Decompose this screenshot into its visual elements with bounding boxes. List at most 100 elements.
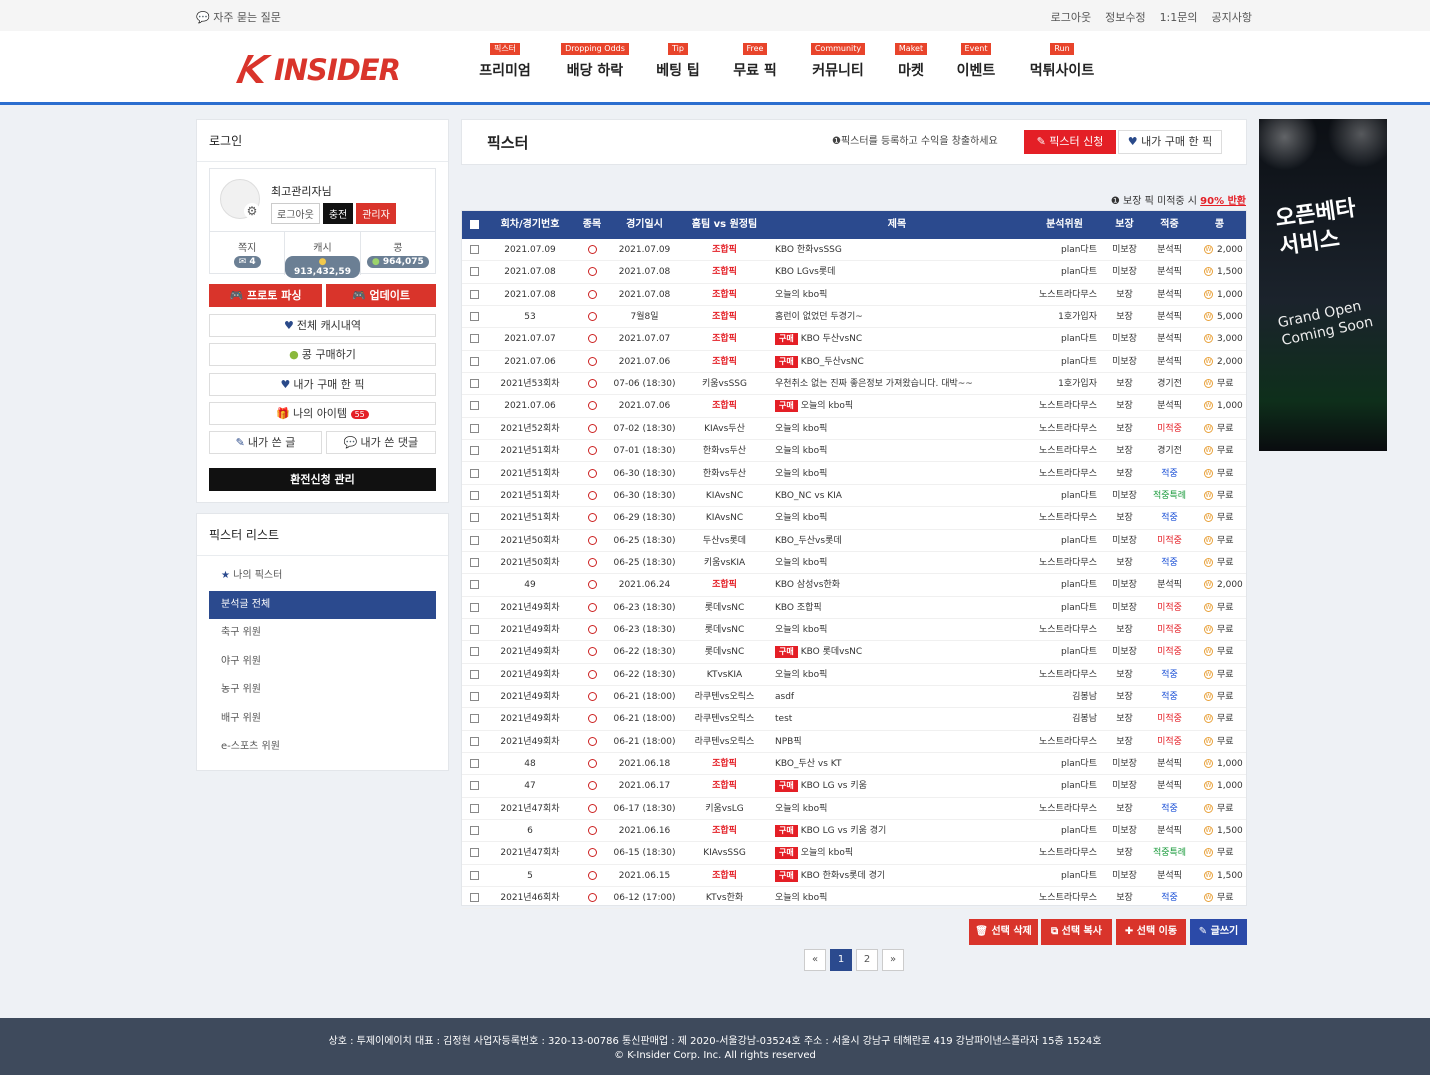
update-button[interactable]: 🎮 업데이트 xyxy=(326,284,436,307)
analyst-name[interactable]: plan다트 xyxy=(1032,820,1097,841)
faq-link[interactable]: 💬 자주 묻는 질문 xyxy=(196,9,281,25)
row-checkbox[interactable] xyxy=(462,842,486,863)
post-title[interactable]: KBO 조합픽 xyxy=(775,597,1025,618)
write-button[interactable]: ✎ 글쓰기 xyxy=(1190,919,1247,945)
post-title[interactable]: KBO 삼성vs한화 xyxy=(775,574,1025,595)
analyst-name[interactable]: plan다트 xyxy=(1032,239,1097,260)
my-bought-picks-button[interactable]: ♥ 내가 구매 한 픽 xyxy=(209,373,436,396)
row-checkbox[interactable] xyxy=(462,619,486,640)
notice-link[interactable]: 공지사항 xyxy=(1212,9,1252,25)
pixster-item-volleyball[interactable]: 배구 위원 xyxy=(209,705,436,733)
post-title[interactable]: 구매 오늘의 kbo픽 xyxy=(775,842,1025,863)
post-title[interactable]: 구매 KBO_두산vsNC xyxy=(775,351,1025,372)
pixster-item-mine[interactable]: ★ 나의 픽스터 xyxy=(209,562,436,590)
row-checkbox[interactable] xyxy=(462,284,486,305)
page-2-button[interactable]: 2 xyxy=(856,949,878,971)
table-row[interactable]: 47 2021.06.17 조합픽 구매 KBO LG vs 키움 plan다트 미보장 분석… xyxy=(462,775,1246,798)
row-checkbox[interactable] xyxy=(462,686,486,707)
table-row[interactable]: 2021년52회차 07-02 (18:30) KIAvs두산 오늘의 kbo픽 노스트… xyxy=(462,418,1246,441)
refund-manage-button[interactable]: 환전신청 관리 xyxy=(209,468,436,491)
post-title[interactable]: 구매 KBO LG vs 키움 xyxy=(775,775,1025,796)
row-checkbox[interactable] xyxy=(462,463,486,484)
table-row[interactable]: 2021년46회차 06-12 (17:00) KTvs한화 오늘의 kbo픽 노스트라… xyxy=(462,887,1246,910)
table-row[interactable]: 2021년51회차 06-29 (18:30) KIAvsNC 오늘의 kbo픽 노스트… xyxy=(462,507,1246,530)
pixster-item-esports[interactable]: e-스포츠 위원 xyxy=(209,733,436,761)
table-row[interactable]: 2021년49회차 06-21 (18:00) 라쿠텐vs오릭스 NPB픽 노스트라다무… xyxy=(462,731,1246,754)
edit-profile-link[interactable]: 정보수정 xyxy=(1105,9,1145,25)
table-row[interactable]: 2021.07.08 2021.07.08 조합픽 오늘의 kbo픽 노스트라다무스 보장… xyxy=(462,284,1246,307)
my-bought-picks-top-button[interactable]: ♥ 내가 구매 한 픽 xyxy=(1118,130,1222,154)
table-row[interactable]: 53 7월8일 조합픽 홈런이 없었던 두경기~ 1호가입자 보장 분석픽 W 5,000 xyxy=(462,306,1246,329)
nav-event[interactable]: Event 이벤트 xyxy=(953,41,999,80)
analyst-name[interactable]: 노스트라다무스 xyxy=(1032,284,1097,305)
analyst-name[interactable]: plan다트 xyxy=(1032,328,1097,349)
row-checkbox[interactable] xyxy=(462,395,486,416)
table-row[interactable]: 6 2021.06.16 조합픽 구매 KBO LG vs 키움 경기 plan다트 미보장… xyxy=(462,820,1246,843)
last-page-button[interactable]: » xyxy=(882,949,904,971)
post-title[interactable]: 구매 오늘의 kbo픽 xyxy=(775,395,1025,416)
post-title[interactable]: KBO_두산vs롯데 xyxy=(775,530,1025,551)
row-checkbox[interactable] xyxy=(462,775,486,796)
analyst-name[interactable]: plan다트 xyxy=(1032,753,1097,774)
row-checkbox[interactable] xyxy=(462,552,486,573)
first-page-button[interactable]: « xyxy=(804,949,826,971)
my-items-button[interactable]: 🎁 나의 아이템 55 xyxy=(209,402,436,425)
row-checkbox[interactable] xyxy=(462,530,486,551)
row-checkbox[interactable] xyxy=(462,597,486,618)
post-title[interactable]: NPB픽 xyxy=(775,731,1025,752)
post-title[interactable]: 구매 KBO 두산vsNC xyxy=(775,328,1025,349)
row-checkbox[interactable] xyxy=(462,574,486,595)
table-row[interactable]: 2021.07.08 2021.07.08 조합픽 KBO LGvs롯데 plan다트 미… xyxy=(462,261,1246,284)
post-title[interactable]: 구매 KBO LG vs 키움 경기 xyxy=(775,820,1025,841)
nav-dropping-odds[interactable]: Dropping Odds 배당 하락 xyxy=(560,41,630,80)
move-selected-button[interactable]: ✚ 선택 이동 xyxy=(1116,919,1186,945)
post-title[interactable]: 홈런이 없었던 두경기~ xyxy=(775,306,1025,327)
pixster-item-soccer[interactable]: 축구 위원 xyxy=(209,619,436,647)
admin-button[interactable]: 관리자 xyxy=(356,203,396,224)
post-title[interactable]: asdf xyxy=(775,686,1025,707)
analyst-name[interactable]: 노스트라다무스 xyxy=(1032,395,1097,416)
buy-kong-button[interactable]: ● 콩 구매하기 xyxy=(209,343,436,366)
post-title[interactable]: 오늘의 kbo픽 xyxy=(775,798,1025,819)
table-row[interactable]: 2021년53회차 07-06 (18:30) 키움vsSSG 우천취소 없는 진짜 … xyxy=(462,373,1246,396)
post-title[interactable]: 오늘의 kbo픽 xyxy=(775,418,1025,439)
post-title[interactable]: 오늘의 kbo픽 xyxy=(775,887,1025,908)
table-row[interactable]: 2021년50회차 06-25 (18:30) 키움vsKIA 오늘의 kbo픽 노스트… xyxy=(462,552,1246,575)
analyst-name[interactable]: plan다트 xyxy=(1032,574,1097,595)
table-row[interactable]: 2021년49회차 06-23 (18:30) 롯데vsNC 오늘의 kbo픽 노스트라… xyxy=(462,619,1246,642)
row-checkbox[interactable] xyxy=(462,753,486,774)
post-title[interactable]: KBO_NC vs KIA xyxy=(775,485,1025,506)
table-row[interactable]: 2021.07.06 2021.07.06 조합픽 구매 KBO_두산vsNC plan다… xyxy=(462,351,1246,374)
post-title[interactable]: KBO_두산 vs KT xyxy=(775,753,1025,774)
row-checkbox[interactable] xyxy=(462,418,486,439)
row-checkbox[interactable] xyxy=(462,485,486,506)
select-all-checkbox[interactable] xyxy=(462,211,486,239)
proto-parse-button[interactable]: 🎮 프로토 파싱 xyxy=(209,284,322,307)
row-checkbox[interactable] xyxy=(462,507,486,528)
table-row[interactable]: 2021년51회차 06-30 (18:30) KIAvsNC KBO_NC vs K… xyxy=(462,485,1246,508)
analyst-name[interactable]: 1호가입자 xyxy=(1032,373,1097,394)
table-row[interactable]: 2021년49회차 06-21 (18:00) 라쿠텐vs오릭스 test 김봉남 보장 미… xyxy=(462,708,1246,731)
table-row[interactable]: 2021년49회차 06-22 (18:30) 롯데vsNC 구매 KBO 롯데vsNC… xyxy=(462,641,1246,664)
post-title[interactable]: 오늘의 kbo픽 xyxy=(775,552,1025,573)
delete-selected-button[interactable]: 🗑 선택 삭제 xyxy=(969,919,1038,945)
analyst-name[interactable]: 노스트라다무스 xyxy=(1032,798,1097,819)
inquiry-link[interactable]: 1:1문의 xyxy=(1160,9,1198,25)
post-title[interactable]: 오늘의 kbo픽 xyxy=(775,507,1025,528)
table-row[interactable]: 2021년49회차 06-23 (18:30) 롯데vsNC KBO 조합픽 plan다… xyxy=(462,597,1246,619)
stat-kong[interactable]: 콩 ● 964,075 xyxy=(361,232,435,275)
row-checkbox[interactable] xyxy=(462,306,486,327)
table-row[interactable]: 2021년47회차 06-15 (18:30) KIAvsSSG 구매 오늘의 kbo픽… xyxy=(462,842,1246,865)
row-checkbox[interactable] xyxy=(462,820,486,841)
charge-button[interactable]: 충전 xyxy=(322,203,354,224)
gear-icon[interactable]: ⚙ xyxy=(244,203,260,219)
post-title[interactable]: 오늘의 kbo픽 xyxy=(775,440,1025,461)
nav-premium[interactable]: 픽스터 프리미엄 xyxy=(475,41,535,80)
row-checkbox[interactable] xyxy=(462,664,486,685)
pixster-item-basketball[interactable]: 농구 위원 xyxy=(209,676,436,704)
nav-scam-sites[interactable]: Run 먹튀사이트 xyxy=(1027,41,1097,80)
analyst-name[interactable]: 노스트라다무스 xyxy=(1032,507,1097,528)
pixster-item-all[interactable]: 분석글 전체 xyxy=(209,591,436,619)
post-title[interactable]: 구매 KBO 한화vs롯데 경기 xyxy=(775,865,1025,886)
row-checkbox[interactable] xyxy=(462,261,486,282)
